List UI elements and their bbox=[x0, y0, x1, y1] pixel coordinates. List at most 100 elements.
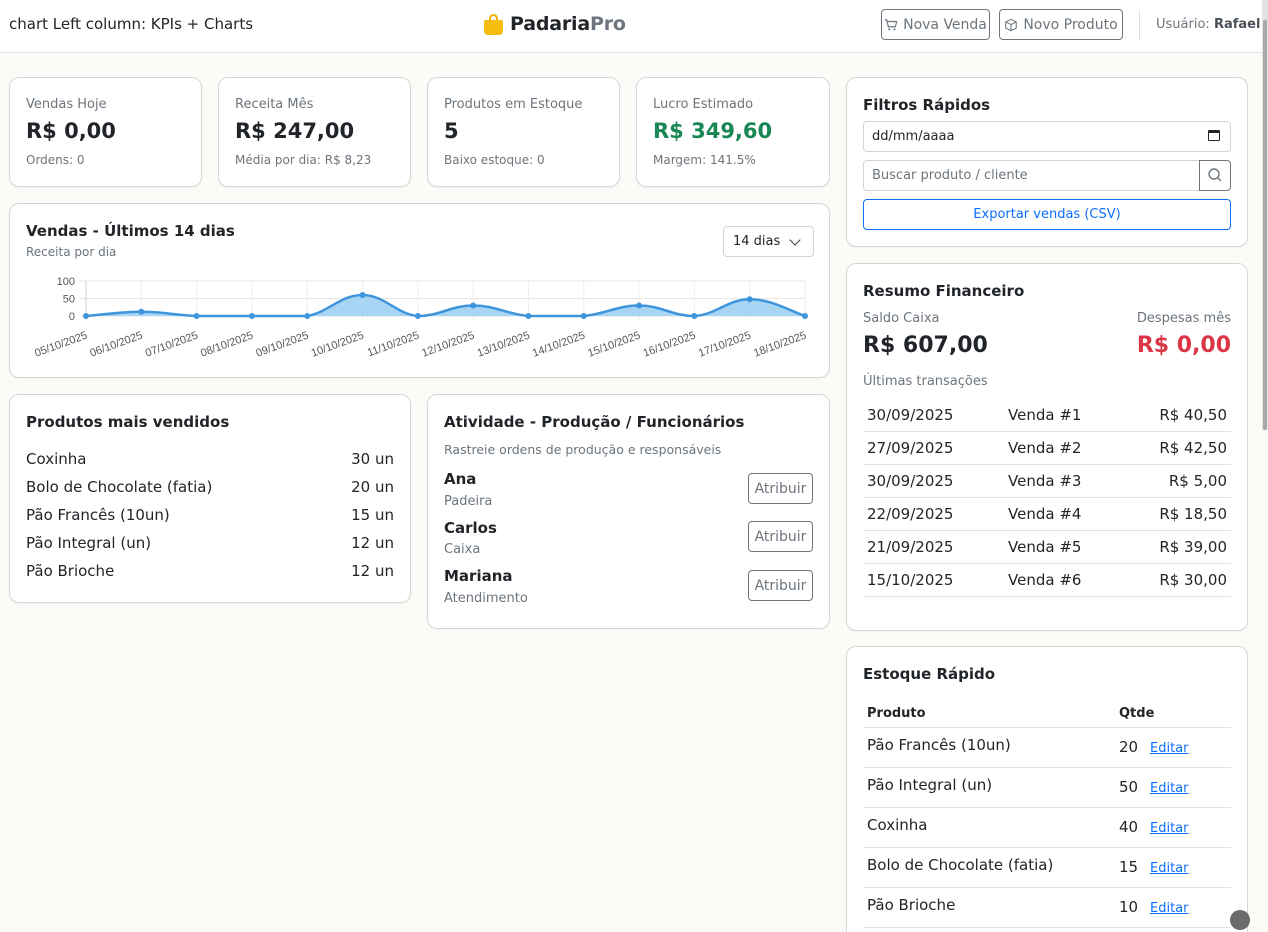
list-item: Coxinha 30 un bbox=[26, 450, 394, 468]
kpi-sub: Ordens: 0 bbox=[26, 153, 85, 167]
new-sale-button[interactable]: Nova Venda bbox=[881, 9, 990, 40]
kpi-sub: Baixo estoque: 0 bbox=[444, 153, 545, 167]
table-row: 27/09/2025 Venda #2 R$ 42,50 bbox=[863, 432, 1231, 465]
assign-button[interactable]: Atribuir bbox=[748, 521, 813, 552]
data-point bbox=[248, 313, 255, 319]
x-tick-label: 18/10/2025 bbox=[752, 330, 808, 360]
table-row: Coxinha 40 Editar bbox=[863, 808, 1231, 848]
calendar-icon[interactable] bbox=[1208, 130, 1220, 141]
data-point bbox=[802, 313, 808, 319]
y-tick-label: 100 bbox=[57, 276, 75, 288]
scrollbar-thumb[interactable] bbox=[1263, 20, 1267, 430]
brand-logo[interactable]: PadariaPro bbox=[484, 13, 626, 35]
sales-chart-card: Vendas - Últimos 14 dias Receita por dia… bbox=[9, 203, 830, 378]
x-tick-label: 05/10/2025 bbox=[33, 330, 89, 360]
table-row: Pão Brioche 10 Editar bbox=[863, 888, 1231, 928]
shopping-bag-icon bbox=[484, 13, 503, 35]
cash-label: Saldo Caixa bbox=[863, 311, 940, 326]
top-products-card: Produtos mais vendidos Coxinha 30 un Bolo… bbox=[9, 394, 411, 603]
edit-link[interactable]: Editar bbox=[1150, 901, 1189, 916]
edit-link[interactable]: Editar bbox=[1150, 741, 1189, 756]
data-point bbox=[138, 308, 145, 315]
date-filter-input[interactable]: dd/mm/aaaa bbox=[863, 121, 1231, 152]
kpi-card-stock: Produtos em Estoque 5 Baixo estoque: 0 bbox=[427, 77, 620, 187]
kpi-label: Produtos em Estoque bbox=[444, 97, 583, 112]
list-item: Pão Brioche 12 un bbox=[26, 562, 394, 580]
brand-name: Padaria bbox=[510, 13, 590, 35]
x-tick-label: 08/10/2025 bbox=[199, 330, 255, 360]
staff-name: Carlos bbox=[444, 519, 497, 537]
data-point bbox=[414, 313, 421, 319]
table-row: Pão Francês (10un) 20 Editar bbox=[863, 728, 1231, 768]
kpi-label: Lucro Estimado bbox=[653, 97, 754, 112]
kpi-label: Vendas Hoje bbox=[26, 97, 107, 112]
data-point bbox=[746, 296, 753, 303]
kpi-value: R$ 349,60 bbox=[653, 119, 773, 143]
kpi-card-month-revenue: Receita Mês R$ 247,00 Média por dia: R$ … bbox=[218, 77, 411, 187]
page-scrollbar[interactable] bbox=[1262, 0, 1268, 430]
edit-link[interactable]: Editar bbox=[1150, 781, 1189, 796]
data-point bbox=[580, 313, 587, 319]
search-button[interactable] bbox=[1199, 160, 1231, 191]
brand-accent: Pro bbox=[589, 13, 626, 35]
table-row: 22/09/2025 Venda #4 R$ 18,50 bbox=[863, 498, 1231, 531]
staff-role: Caixa bbox=[444, 542, 481, 557]
list-item: Pão Francês (10un) 15 un bbox=[26, 506, 394, 524]
assign-button[interactable]: Atribuir bbox=[748, 570, 813, 601]
data-point bbox=[470, 302, 477, 309]
box-icon bbox=[1005, 18, 1018, 31]
x-tick-label: 15/10/2025 bbox=[586, 330, 642, 360]
quick-stock-card: Estoque Rápido Produto Qtde Pão Francês … bbox=[846, 646, 1248, 932]
sales-area-chart: 0 50 100 05/10/2025 06/10/2025 07/10/2025 08/1… bbox=[33, 276, 808, 360]
x-tick-label: 16/10/2025 bbox=[642, 330, 698, 360]
table-row: 15/10/2025 Venda #6 R$ 30,00 bbox=[863, 564, 1231, 597]
x-tick-label: 06/10/2025 bbox=[88, 330, 144, 360]
staff-name: Ana bbox=[444, 470, 477, 488]
export-csv-button[interactable]: Exportar vendas (CSV) bbox=[863, 199, 1231, 230]
activity-card: Atividade - Produção / Funcionários Rast… bbox=[427, 394, 830, 629]
staff-role: Atendimento bbox=[444, 591, 528, 606]
list-item: Bolo de Chocolate (fatia) 20 un bbox=[26, 478, 394, 496]
edit-link[interactable]: Editar bbox=[1150, 821, 1189, 836]
table-row: Pão Integral (un) 50 Editar bbox=[863, 768, 1231, 808]
kpi-value: R$ 0,00 bbox=[26, 119, 116, 143]
table-header: Produto Qtde bbox=[863, 701, 1231, 728]
kpi-label: Receita Mês bbox=[235, 97, 314, 112]
search-icon bbox=[1208, 168, 1222, 182]
kpi-value: 5 bbox=[444, 119, 459, 143]
table-row: 30/09/2025 Venda #3 R$ 5,00 bbox=[863, 465, 1231, 498]
layout-note: chart Left column: KPIs + Charts bbox=[9, 15, 254, 33]
list-item: Pão Integral (un) 12 un bbox=[26, 534, 394, 552]
expenses-label: Despesas mês bbox=[1136, 311, 1231, 326]
activity-subtitle: Rastreie ordens de produção e responsáve… bbox=[444, 442, 722, 457]
x-tick-label: 14/10/2025 bbox=[531, 330, 587, 360]
data-point bbox=[304, 313, 311, 319]
data-point bbox=[691, 313, 698, 319]
transactions-label: Últimas transações bbox=[863, 374, 988, 389]
cash-value: R$ 607,00 bbox=[863, 333, 988, 358]
x-tick-label: 10/10/2025 bbox=[310, 330, 366, 360]
table-row: Bolo de Chocolate (fatia) 15 Editar bbox=[863, 848, 1231, 888]
stock-title: Estoque Rápido bbox=[863, 665, 996, 683]
new-product-button[interactable]: Novo Produto bbox=[999, 9, 1123, 40]
x-tick-label: 07/10/2025 bbox=[144, 330, 200, 360]
financial-summary-card: Resumo Financeiro Saldo Caixa R$ 607,00 … bbox=[846, 263, 1248, 631]
x-tick-label: 11/10/2025 bbox=[366, 330, 421, 360]
floating-action-dot[interactable] bbox=[1230, 910, 1250, 930]
x-tick-label: 13/10/2025 bbox=[476, 330, 532, 360]
x-tick-label: 17/10/2025 bbox=[697, 330, 753, 360]
edit-link[interactable]: Editar bbox=[1150, 861, 1189, 876]
kpi-value: R$ 247,00 bbox=[235, 119, 355, 143]
assign-button[interactable]: Atribuir bbox=[748, 473, 813, 504]
kpi-card-sales-today: Vendas Hoje R$ 0,00 Ordens: 0 bbox=[9, 77, 202, 187]
filters-title: Filtros Rápidos bbox=[863, 96, 991, 114]
kpi-sub: Margem: 141.5% bbox=[653, 153, 756, 167]
user-info: Usuário: Rafael bbox=[1156, 17, 1261, 32]
kpi-card-profit: Lucro Estimado R$ 349,60 Margem: 141.5% bbox=[636, 77, 830, 187]
x-tick-label: 12/10/2025 bbox=[420, 330, 476, 360]
data-point bbox=[83, 313, 89, 319]
staff-name: Mariana bbox=[444, 567, 513, 585]
search-input[interactable]: Buscar produto / cliente bbox=[863, 160, 1200, 191]
new-product-label: Novo Produto bbox=[1023, 16, 1118, 33]
navbar-divider bbox=[1139, 10, 1140, 40]
